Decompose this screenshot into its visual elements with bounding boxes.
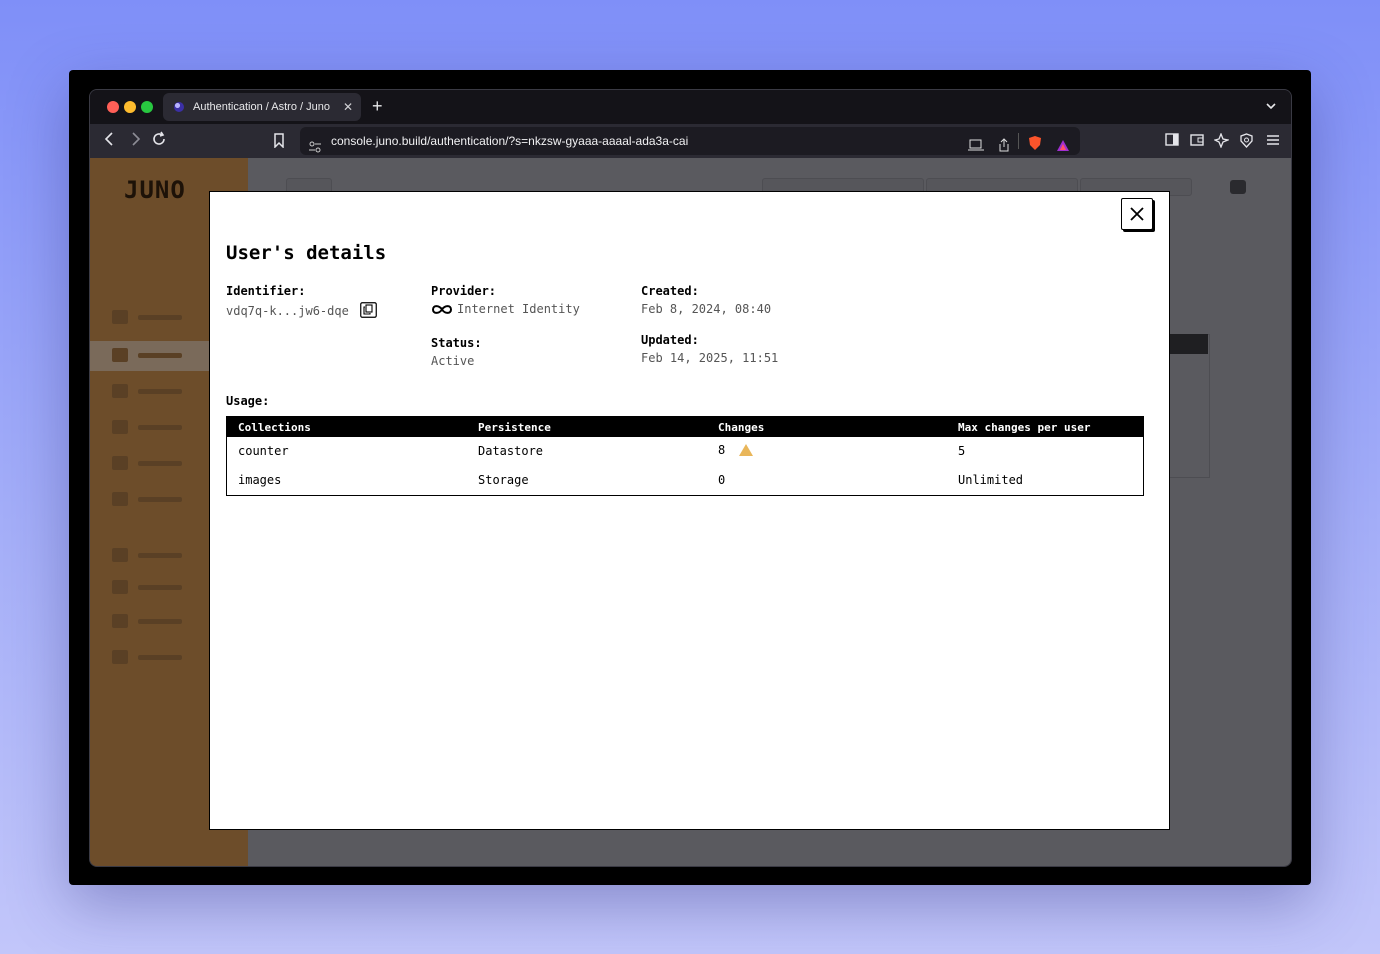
table-row: counter Datastore 8 5 (227, 437, 1144, 466)
sidebar-item (112, 310, 212, 324)
created-value: Feb 8, 2024, 08:40 (641, 302, 772, 316)
user-details-modal: User's details Identifier: vdq7q-k...jw6… (209, 191, 1170, 830)
brave-shield-icon[interactable] (1028, 133, 1042, 161)
table-row: images Storage 0 Unlimited (227, 466, 1144, 496)
bookmark-icon[interactable] (273, 133, 285, 153)
new-tab-button[interactable]: + (372, 94, 383, 118)
sidebar-item (112, 614, 212, 628)
identifier-field: Identifier: vdq7q-k...jw6-dqe (226, 284, 377, 321)
browser-toolbar: console.juno.build/authentication/?s=nkz… (90, 124, 1291, 158)
persistence-cell: Datastore (478, 444, 544, 459)
close-icon (1130, 207, 1144, 221)
window-close-button[interactable] (107, 101, 119, 113)
collection-cell: counter (238, 444, 289, 459)
created-field: Created: Feb 8, 2024, 08:40 (641, 284, 771, 316)
sidebar-toggle-icon[interactable] (1165, 133, 1179, 151)
background-avatar (1230, 180, 1246, 194)
sidebar-item (112, 580, 212, 594)
sidebar-item (112, 650, 212, 664)
updated-label: Updated: (641, 333, 699, 347)
identifier-value: vdq7q-k...jw6-dqe (226, 304, 349, 318)
reload-icon[interactable] (151, 131, 167, 153)
status-label: Status: (431, 336, 482, 350)
identifier-label: Identifier: (226, 284, 306, 298)
close-button[interactable] (1121, 198, 1153, 230)
sidebar-item (112, 492, 212, 506)
updated-field: Updated: Feb 14, 2025, 11:51 (641, 333, 778, 365)
changes-cell: 0 (718, 473, 726, 488)
changes-cell: 8 (707, 437, 947, 466)
usage-label: Usage: (226, 394, 270, 408)
column-header-collections: Collections (226, 416, 467, 437)
leo-ai-icon[interactable] (1213, 132, 1231, 153)
juno-logo: JUNO (124, 176, 186, 204)
created-label: Created: (641, 284, 699, 298)
modal-title: User's details (226, 242, 387, 264)
window-maximize-button[interactable] (141, 101, 153, 113)
changes-value: 8 (718, 442, 726, 457)
sidebar-item (112, 384, 212, 398)
infinity-icon (431, 304, 453, 318)
provider-field: Provider: Internet Identity (431, 284, 580, 318)
max-changes-cell: Unlimited (958, 473, 1024, 488)
usage-table: Collections Persistence Changes Max chan… (226, 416, 1144, 496)
warning-icon (738, 443, 754, 460)
column-header-max-changes: Max changes per user (947, 416, 1144, 437)
provider-value: Internet Identity (457, 302, 580, 316)
address-bar[interactable]: console.juno.build/authentication/?s=nkz… (300, 127, 1080, 155)
back-icon[interactable] (103, 131, 117, 153)
tab-close-icon[interactable]: ✕ (343, 93, 353, 121)
copy-icon[interactable] (360, 302, 377, 321)
max-changes-cell: 5 (958, 444, 966, 459)
updated-value: Feb 14, 2025, 11:51 (641, 351, 779, 365)
forward-icon[interactable] (128, 131, 142, 153)
window-minimize-button[interactable] (124, 101, 136, 113)
sidebar-item (112, 420, 212, 434)
vpn-shield-icon[interactable] (1240, 133, 1253, 153)
tab-authentication[interactable]: Authentication / Astro / Juno ✕ (163, 93, 361, 121)
status-field: Status: Active (431, 336, 482, 368)
wallet-icon[interactable] (1190, 133, 1204, 151)
persistence-cell: Storage (478, 473, 529, 488)
tab-title: Authentication / Astro / Juno (193, 101, 330, 113)
table-header-row: Collections Persistence Changes Max chan… (226, 416, 1144, 437)
column-header-changes: Changes (707, 416, 947, 437)
sidebar-item (112, 456, 212, 470)
tab-list-chevron-icon[interactable] (1265, 99, 1277, 117)
provider-label: Provider: (431, 284, 497, 298)
tab-strip: Authentication / Astro / Juno ✕ + (90, 90, 1291, 124)
column-header-persistence: Persistence (467, 416, 707, 437)
status-value: Active (431, 354, 475, 368)
juno-favicon-icon (174, 102, 184, 112)
sidebar-item (112, 548, 212, 562)
menu-icon[interactable] (1266, 133, 1280, 151)
collection-cell: images (238, 473, 282, 488)
sidebar-item (112, 348, 212, 362)
url-text: console.juno.build/authentication/?s=nkz… (331, 134, 689, 148)
url-divider (1018, 133, 1019, 149)
